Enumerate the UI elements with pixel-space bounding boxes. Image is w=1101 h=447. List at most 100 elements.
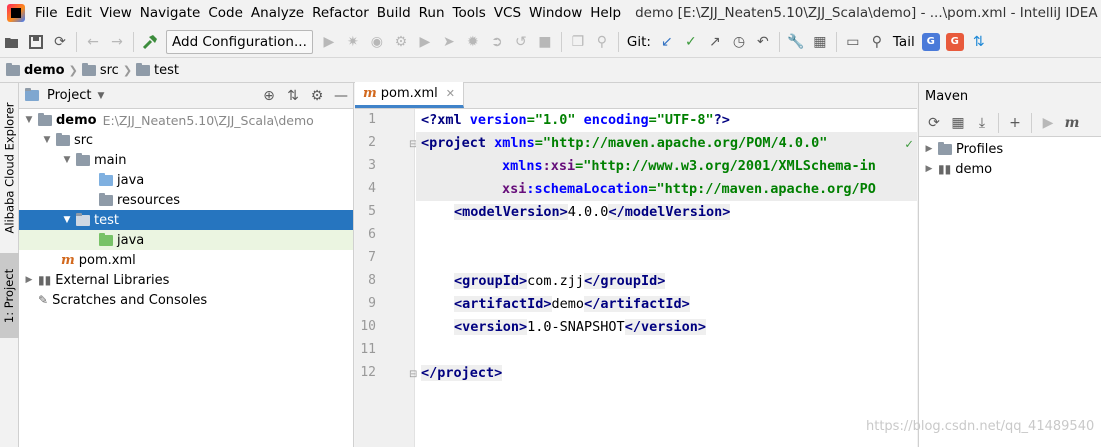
chevron-right-icon[interactable]: ▶ bbox=[923, 164, 935, 174]
menu-tools[interactable]: Tools bbox=[449, 5, 490, 21]
collapse-all-icon[interactable]: ⇅ bbox=[281, 84, 305, 108]
breadcrumb-item-test[interactable]: test bbox=[136, 62, 179, 78]
window-title: demo [E:\ZJJ_Neaten5.10\ZJJ_Scala\demo] … bbox=[635, 5, 1101, 21]
fast-forward-icon[interactable]: ➲ bbox=[485, 30, 509, 54]
breadcrumb-item-src[interactable]: src bbox=[81, 62, 119, 78]
run-icon[interactable]: ▶ bbox=[317, 30, 341, 54]
cloud-icon[interactable]: ⇅ bbox=[967, 30, 991, 54]
download-icon[interactable]: ⤓ bbox=[970, 111, 994, 135]
loop-icon[interactable]: ↺ bbox=[509, 30, 533, 54]
tree-item-demo[interactable]: ▼ demo E:\ZJJ_Neaten5.10\ZJJ_Scala\demo bbox=[19, 110, 353, 130]
xml-decl-close: ?> bbox=[713, 112, 730, 128]
forward-arrow-icon[interactable]: → bbox=[105, 30, 129, 54]
run-icon[interactable]: ▶ bbox=[1036, 111, 1060, 135]
chevron-right-icon[interactable]: ▶ bbox=[923, 144, 935, 154]
gear-icon[interactable]: ⚙ bbox=[305, 84, 329, 108]
tab-pom-xml[interactable]: m pom.xml ✕ bbox=[355, 82, 464, 108]
rollback-icon[interactable]: ↶ bbox=[751, 30, 775, 54]
tree-item-test[interactable]: ▼ test bbox=[19, 210, 353, 230]
menu-run[interactable]: Run bbox=[415, 5, 449, 21]
tab-project[interactable]: 1: Project bbox=[0, 253, 19, 338]
menu-view[interactable]: View bbox=[96, 5, 136, 21]
project-view-selector[interactable]: Project bbox=[47, 88, 91, 103]
chevron-right-icon[interactable]: ▶ bbox=[23, 275, 35, 285]
tree-item-main[interactable]: ▼ main bbox=[19, 150, 353, 170]
menu-help[interactable]: Help bbox=[586, 5, 625, 21]
chevron-down-icon[interactable]: ▼ bbox=[23, 115, 35, 125]
tree-item-external-libraries[interactable]: ▶ ▮▮ External Libraries bbox=[19, 270, 353, 290]
history-icon[interactable]: ◷ bbox=[727, 30, 751, 54]
back-arrow-icon[interactable]: ← bbox=[81, 30, 105, 54]
tab-alibaba-cloud-explorer[interactable]: Alibaba Cloud Explorer bbox=[0, 93, 19, 243]
locate-file-icon[interactable]: ⊕ bbox=[257, 84, 281, 108]
add-configuration-button[interactable]: Add Configuration... bbox=[166, 29, 313, 54]
terminal-icon[interactable]: ▭ bbox=[841, 30, 865, 54]
tree-item-resources[interactable]: resources bbox=[19, 190, 353, 210]
tree-item-java[interactable]: java bbox=[19, 170, 353, 190]
minimize-icon[interactable]: — bbox=[329, 84, 353, 108]
project-tree: ▼ demo E:\ZJJ_Neaten5.10\ZJJ_Scala\demo … bbox=[19, 109, 353, 310]
generate-sources-icon[interactable]: ▦ bbox=[946, 111, 970, 135]
toolbar-separator bbox=[778, 31, 780, 52]
git-push-icon[interactable]: ↗ bbox=[703, 30, 727, 54]
maven-goal-icon[interactable]: m bbox=[1060, 111, 1084, 135]
xml-tag: </modelVersion> bbox=[608, 204, 731, 220]
xml-tag: <version> bbox=[454, 319, 528, 335]
test-source-folder-icon bbox=[99, 232, 113, 246]
run-icon[interactable]: ▶ bbox=[413, 30, 437, 54]
settings-wrench-icon[interactable]: 🔧 bbox=[784, 30, 808, 54]
editor-tab-bar: m pom.xml ✕ bbox=[355, 82, 917, 109]
line-number: 7 bbox=[368, 250, 376, 265]
add-icon[interactable]: + bbox=[1003, 111, 1027, 135]
debug-icon[interactable]: ✷ bbox=[341, 30, 365, 54]
tree-item-test-java[interactable]: java bbox=[19, 230, 353, 250]
translate-icon[interactable]: G bbox=[921, 32, 940, 51]
tree-label: Scratches and Consoles bbox=[52, 292, 208, 308]
xml-attr: version bbox=[469, 112, 527, 128]
tree-item-src[interactable]: ▼ src bbox=[19, 130, 353, 150]
tree-item-scratches[interactable]: ✎ Scratches and Consoles bbox=[19, 290, 353, 310]
maven-item-profiles[interactable]: ▶ Profiles bbox=[919, 139, 1101, 159]
translate-icon[interactable]: G bbox=[945, 32, 964, 51]
save-icon[interactable] bbox=[24, 30, 48, 54]
menu-window[interactable]: Window bbox=[525, 5, 586, 21]
search-icon[interactable]: ⚲ bbox=[865, 30, 889, 54]
copy-icon[interactable]: ❐ bbox=[566, 30, 590, 54]
chevron-down-icon[interactable]: ▼ bbox=[41, 135, 53, 145]
open-folder-icon[interactable] bbox=[0, 30, 24, 54]
profiles-folder-icon bbox=[938, 141, 952, 155]
profile-icon[interactable]: ⚙ bbox=[389, 30, 413, 54]
coverage-icon[interactable]: ◉ bbox=[365, 30, 389, 54]
reimport-icon[interactable]: ⟳ bbox=[922, 111, 946, 135]
find-usages-icon[interactable]: ⚲ bbox=[590, 30, 614, 54]
tail-button[interactable]: Tail bbox=[889, 34, 919, 50]
menu-file[interactable]: File bbox=[31, 5, 62, 21]
menu-navigate[interactable]: Navigate bbox=[136, 5, 205, 21]
menu-refactor[interactable]: Refactor bbox=[308, 5, 373, 21]
chevron-down-icon[interactable]: ▼ bbox=[97, 91, 104, 101]
maven-item-demo[interactable]: ▶ ▮▮ demo bbox=[919, 159, 1101, 179]
sync-icon[interactable]: ⟳ bbox=[48, 30, 72, 54]
close-icon[interactable]: ✕ bbox=[446, 87, 455, 100]
xml-tag: <groupId> bbox=[454, 273, 528, 289]
git-update-icon[interactable]: ↙ bbox=[655, 30, 679, 54]
project-structure-icon[interactable]: ▦ bbox=[808, 30, 832, 54]
menu-build[interactable]: Build bbox=[373, 5, 415, 21]
tree-item-pom-xml[interactable]: m pom.xml bbox=[19, 250, 353, 270]
chevron-down-icon[interactable]: ▼ bbox=[61, 215, 73, 225]
build-icon[interactable]: ➤ bbox=[437, 30, 461, 54]
menu-edit[interactable]: Edit bbox=[62, 5, 96, 21]
toolbar-separator bbox=[560, 31, 562, 52]
breadcrumb-item-demo[interactable]: demo bbox=[6, 62, 65, 78]
menu-code[interactable]: Code bbox=[204, 5, 247, 21]
chevron-down-icon[interactable]: ▼ bbox=[61, 155, 73, 165]
stop-icon[interactable]: ■ bbox=[533, 30, 557, 54]
attach-debugger-icon[interactable]: ✹ bbox=[461, 30, 485, 54]
tree-label: Profiles bbox=[956, 141, 1004, 157]
git-commit-icon[interactable]: ✓ bbox=[679, 30, 703, 54]
menu-vcs[interactable]: VCS bbox=[490, 5, 525, 21]
menu-analyze[interactable]: Analyze bbox=[247, 5, 308, 21]
inspection-ok-icon[interactable]: ✓ bbox=[905, 137, 913, 152]
code-area[interactable]: <?xml version="1.0" encoding="UTF-8"?> <… bbox=[416, 109, 917, 447]
build-hammer-icon[interactable] bbox=[138, 30, 162, 54]
